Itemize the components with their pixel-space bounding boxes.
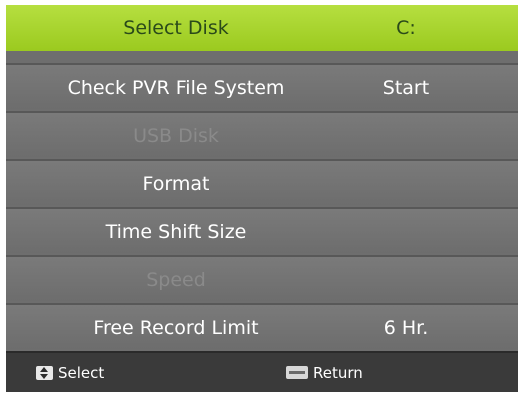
menu-row-time-shift-size[interactable]: Time Shift Size (6, 207, 518, 253)
select-hint-label: Select (58, 363, 105, 382)
footer-hint-bar: Select Return (6, 351, 518, 392)
menu-row-label: USB Disk (133, 125, 219, 147)
pvr-settings-screen: Select Disk C: Check PVR File System Sta… (6, 5, 518, 392)
return-hint-label: Return (313, 363, 363, 382)
menu-row-usb-disk: USB Disk (6, 111, 518, 157)
return-hint: Return (286, 353, 363, 392)
menu-row-format[interactable]: Format (6, 159, 518, 205)
select-hint: Select (36, 353, 104, 392)
menu-row-label: Time Shift Size (105, 221, 247, 243)
menu-row-label: Check PVR File System (67, 77, 285, 99)
menu-row-check-pvr-file-system[interactable]: Check PVR File System Start (6, 63, 518, 109)
menu-row-value: Start (382, 77, 430, 99)
menu-row-select-disk[interactable]: Select Disk C: (6, 5, 518, 51)
menu-key-icon (286, 366, 308, 379)
up-down-arrow-icon (36, 365, 53, 380)
menu-row-label: Select Disk (123, 17, 229, 39)
menu-row-value: 6 Hr. (383, 317, 429, 339)
menu-row-free-record-limit[interactable]: Free Record Limit 6 Hr. (6, 303, 518, 349)
menu-row-speed: Speed (6, 255, 518, 301)
menu-row-value: C: (396, 17, 416, 39)
menu-row-label: Free Record Limit (93, 317, 259, 339)
menu-row-label: Speed (146, 269, 206, 291)
menu-row-label: Format (142, 173, 210, 195)
